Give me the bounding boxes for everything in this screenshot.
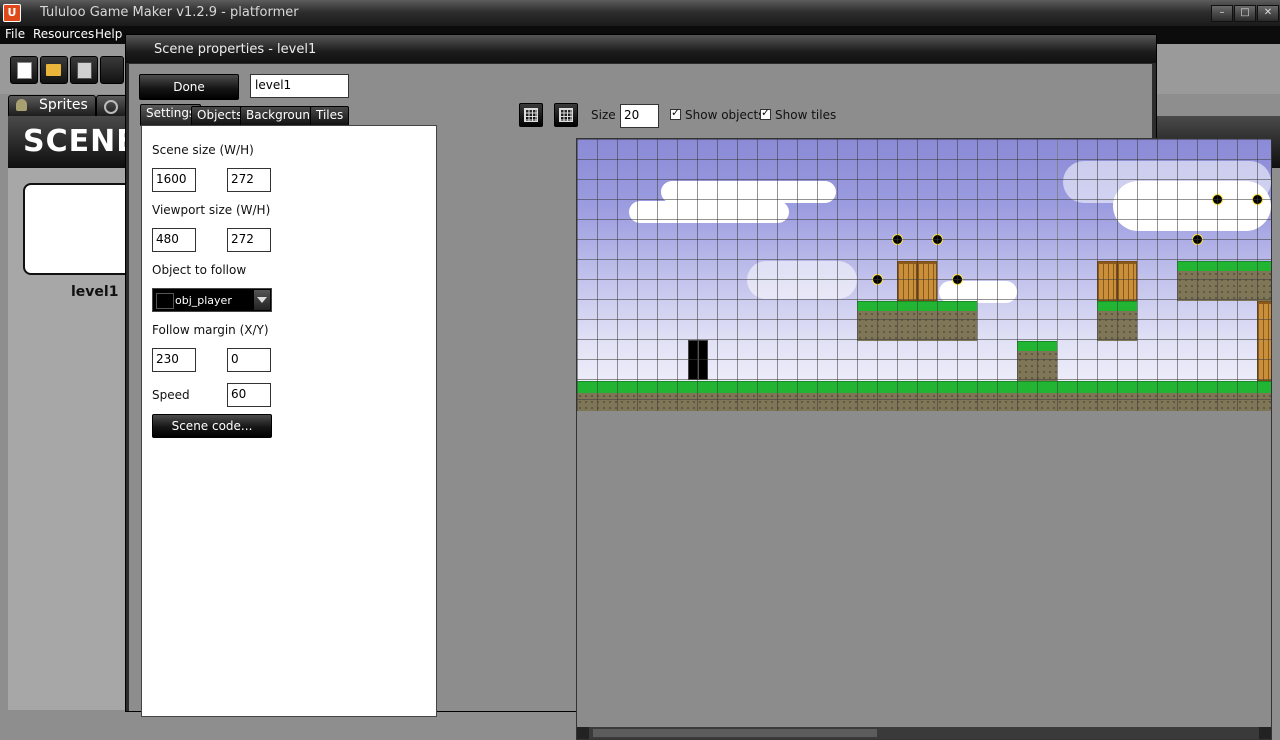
- scene-size-label: Scene size (W/H): [152, 143, 254, 157]
- save-button[interactable]: [70, 56, 98, 84]
- scrollbar-thumb[interactable]: [593, 729, 877, 737]
- object-follow-value: obj_player: [175, 294, 232, 307]
- app-titlebar: U Tululoo Game Maker v1.2.9 - platformer…: [0, 0, 1280, 26]
- new-file-button[interactable]: [10, 56, 38, 84]
- open-folder-icon: [46, 64, 61, 76]
- object-follow-label: Object to follow: [152, 263, 247, 277]
- scene-properties-dialog: Scene properties - level1 Done level1 Se…: [125, 34, 1272, 740]
- grid-toggle-button[interactable]: [519, 103, 543, 127]
- scene-section-title: SCENE: [23, 124, 138, 159]
- viewport-height-input[interactable]: 272: [227, 228, 271, 252]
- scene-code-button[interactable]: Scene code...: [152, 414, 272, 438]
- snap-grid-button[interactable]: [554, 103, 578, 127]
- maximize-button[interactable]: □: [1234, 5, 1256, 22]
- dialog-title: Scene properties - level1: [154, 42, 317, 57]
- menu-file[interactable]: File: [5, 27, 25, 41]
- object-swatch-icon: [156, 293, 174, 309]
- settings-panel: Scene size (W/H) 1600 272 Viewport size …: [141, 125, 437, 717]
- scroll-left-icon[interactable]: [577, 727, 589, 739]
- open-folder-button[interactable]: [40, 56, 68, 84]
- show-objects-label: Show objects: [685, 108, 765, 122]
- horizontal-scrollbar[interactable]: [577, 727, 1271, 739]
- show-objects-checkbox[interactable]: [670, 106, 681, 120]
- sprite-icon: [16, 99, 27, 111]
- menu-resources[interactable]: Resources: [33, 27, 94, 41]
- app-logo-icon: U: [3, 4, 21, 22]
- new-file-icon: [17, 62, 32, 79]
- done-button[interactable]: Done: [139, 74, 239, 100]
- close-button[interactable]: ✕: [1257, 5, 1279, 22]
- scroll-right-icon[interactable]: [1259, 727, 1271, 739]
- speed-input[interactable]: 60: [227, 383, 271, 407]
- scene-list: level1: [8, 168, 161, 710]
- save-icon: [77, 62, 92, 79]
- toolbar-more-button[interactable]: [100, 56, 124, 84]
- scene-section-header: SCENE: [8, 116, 137, 168]
- scene-height-input[interactable]: 272: [227, 168, 271, 192]
- tab-sprites-label: Sprites: [39, 97, 88, 113]
- scene-width-input[interactable]: 1600: [152, 168, 196, 192]
- grid-overlay: [577, 139, 1271, 411]
- scene-canvas[interactable]: [576, 138, 1272, 740]
- viewport-width-input[interactable]: 480: [152, 228, 196, 252]
- minimize-button[interactable]: –: [1211, 5, 1233, 22]
- grid-size-input[interactable]: 20: [620, 104, 659, 128]
- snap-grid-icon: [559, 108, 573, 122]
- tab-sprites[interactable]: Sprites: [8, 95, 96, 117]
- sound-icon: [104, 100, 118, 114]
- object-follow-select[interactable]: obj_player: [152, 288, 272, 312]
- show-tiles-label: Show tiles: [775, 108, 837, 122]
- grid-size-label: Size: [591, 108, 616, 122]
- dropdown-arrow-icon[interactable]: [253, 290, 270, 310]
- margin-x-input[interactable]: 230: [152, 348, 196, 372]
- tab-tiles[interactable]: Tiles: [310, 106, 350, 126]
- scene-name-input[interactable]: level1: [250, 74, 349, 98]
- show-tiles-checkbox[interactable]: [760, 106, 771, 120]
- tab-sounds[interactable]: [96, 95, 128, 117]
- dialog-titlebar[interactable]: Scene properties - level1: [126, 35, 1156, 63]
- grid-icon: [524, 108, 538, 122]
- menu-help[interactable]: Help: [95, 27, 122, 41]
- dialog-body: Done level1 Settings Objects Background …: [129, 64, 1272, 740]
- scene-thumbnail-label: level1: [71, 284, 119, 300]
- margin-y-input[interactable]: 0: [227, 348, 271, 372]
- app-title: Tululoo Game Maker v1.2.9 - platformer: [40, 5, 299, 20]
- follow-margin-label: Follow margin (X/Y): [152, 323, 269, 337]
- viewport-size-label: Viewport size (W/H): [152, 203, 271, 217]
- speed-label: Speed: [152, 388, 190, 402]
